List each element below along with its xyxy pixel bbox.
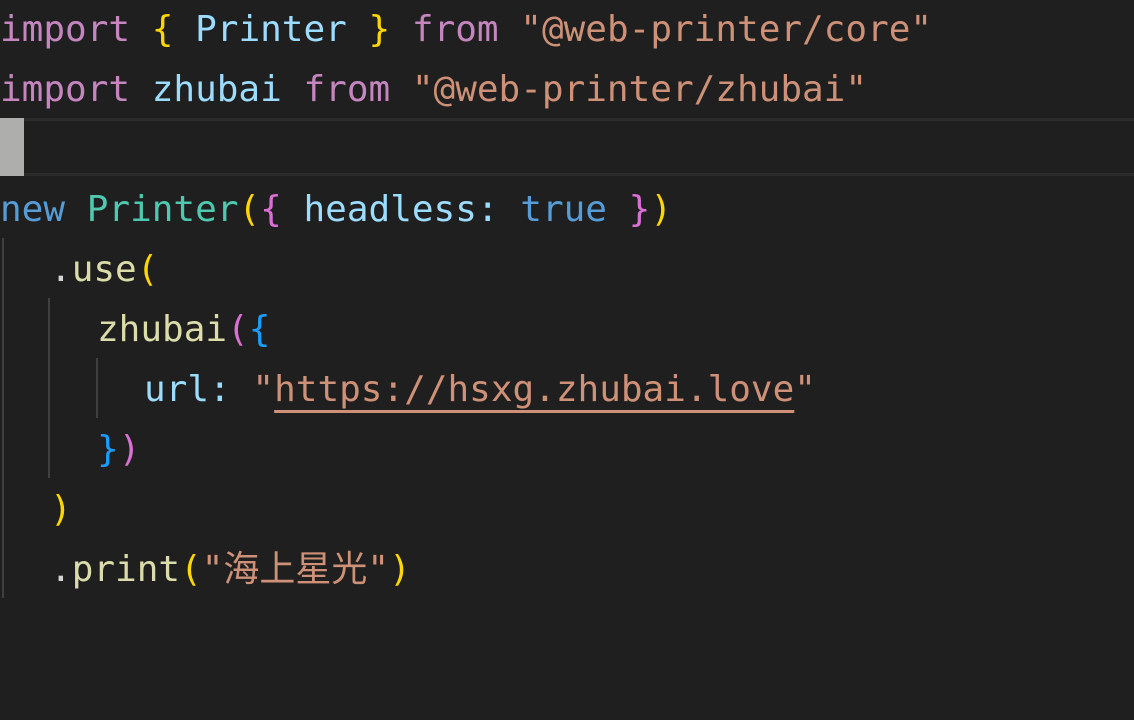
true-literal: true <box>520 189 607 230</box>
dot: . <box>50 249 72 290</box>
from-keyword: from <box>411 9 499 50</box>
print-argument: "海上星光" <box>201 549 390 590</box>
code-editor[interactable]: import { Printer } from "@web-printer/co… <box>0 0 1134 650</box>
code-line-1[interactable]: import { Printer } from "@web-printer/co… <box>0 0 1134 60</box>
paren-open: ( <box>238 189 261 230</box>
module-path: "@web-printer/core" <box>520 9 933 50</box>
from-keyword: from <box>303 69 391 110</box>
code-line-5[interactable]: .use( <box>0 240 1134 300</box>
colon: : <box>209 369 231 410</box>
brace-close: } <box>628 189 651 230</box>
new-keyword: new <box>0 189 66 230</box>
code-line-3[interactable] <box>0 120 1134 180</box>
url-prop: url <box>144 369 210 410</box>
printer-import-name: Printer <box>195 9 347 50</box>
import-keyword: import <box>0 69 131 110</box>
code-line-9[interactable]: ) <box>0 480 1134 540</box>
paren-open: ( <box>227 309 249 350</box>
paren-open: ( <box>136 249 159 290</box>
code-line-7[interactable]: url: "https://hsxg.zhubai.love" <box>0 360 1134 420</box>
code-line-6[interactable]: zhubai({ <box>0 300 1134 360</box>
brace-open: { <box>248 309 271 350</box>
dot: . <box>50 549 72 590</box>
code-line-2[interactable]: import zhubai from "@web-printer/zhubai" <box>0 60 1134 120</box>
zhubai-import-name: zhubai <box>151 69 282 110</box>
zhubai-call: zhubai <box>97 309 228 350</box>
use-method: use <box>71 249 137 290</box>
url-link[interactable]: https://hsxg.zhubai.love <box>274 369 794 410</box>
brace-close: } <box>97 429 119 470</box>
headless-prop: headless <box>303 189 477 230</box>
print-method: print <box>71 549 181 590</box>
paren-close: ) <box>650 189 673 230</box>
paren-close: ) <box>118 429 141 470</box>
paren-open: ( <box>180 549 202 590</box>
quote-close: " <box>794 369 816 410</box>
code-line-8[interactable]: }) <box>0 420 1134 480</box>
brace-open: { <box>260 189 282 230</box>
brace-close: } <box>368 9 391 50</box>
code-line-10[interactable]: .print("海上星光") <box>0 540 1134 600</box>
code-line-4[interactable]: new Printer({ headless: true }) <box>0 180 1134 240</box>
import-keyword: import <box>0 9 131 50</box>
brace-open: { <box>151 9 174 50</box>
quote-open: " <box>252 369 275 410</box>
module-path: "@web-printer/zhubai" <box>411 69 868 110</box>
paren-close: ) <box>389 549 411 590</box>
paren-close: ) <box>50 489 72 530</box>
printer-class: Printer <box>86 189 239 230</box>
colon: : <box>476 189 499 230</box>
